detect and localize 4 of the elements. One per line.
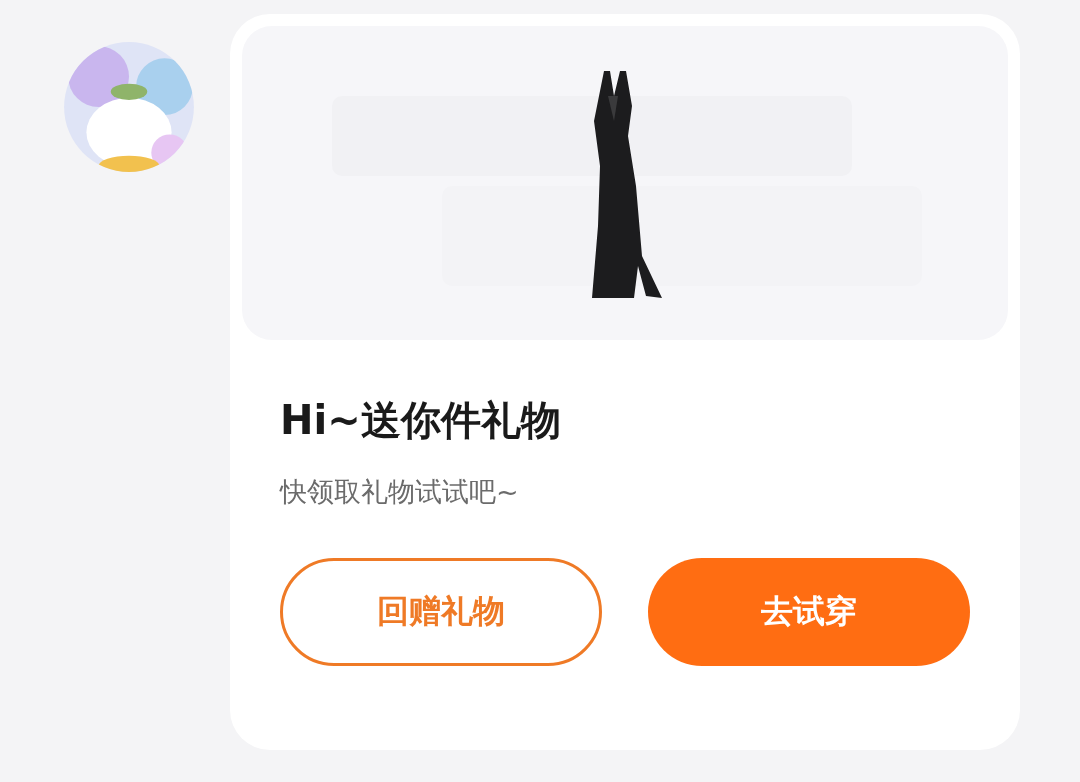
- gift-title: Hi~送你件礼物: [280, 396, 561, 445]
- gift-subtitle: 快领取礼物试试吧~: [280, 475, 519, 509]
- try-on-button[interactable]: 去试穿: [648, 558, 970, 666]
- return-gift-button[interactable]: 回赠礼物: [280, 558, 602, 666]
